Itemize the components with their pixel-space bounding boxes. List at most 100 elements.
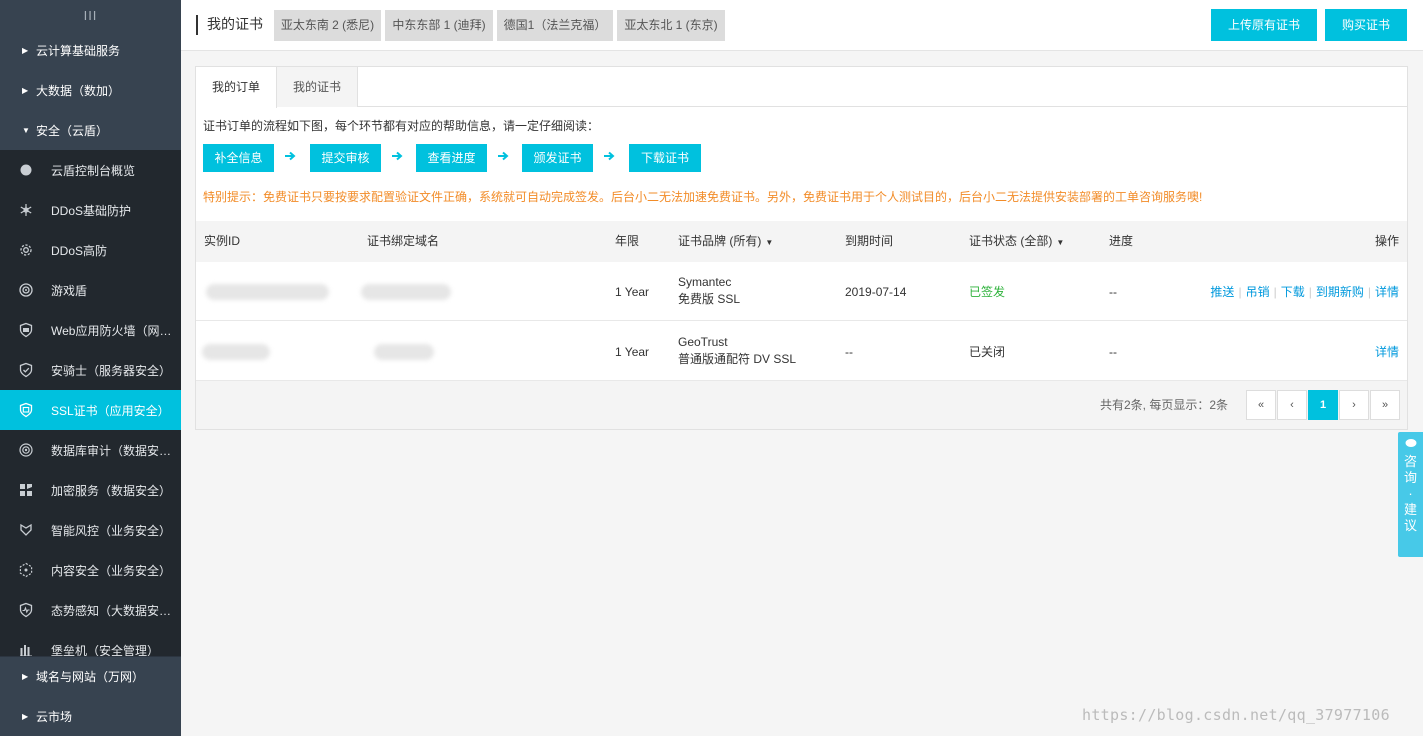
sidebar-item-security[interactable]: ▼ 安全（云盾）: [0, 110, 181, 150]
step-download-certificate-button[interactable]: 下载证书: [629, 144, 701, 172]
sidebar-item-waf[interactable]: Web应用防火墙（网…: [0, 310, 181, 350]
redacted-domain: [374, 344, 434, 360]
header-term: 年限: [615, 234, 640, 248]
sidebar-submenu-security: 云盾控制台概览 DDoS基础防护 DDoS高防 游戏盾 Web应用防火墙（网… …: [0, 150, 181, 670]
sidebar-item-cloud-basic[interactable]: ▶ 云计算基础服务: [0, 30, 181, 70]
cell-expiry: --: [845, 344, 853, 359]
page-1-button[interactable]: 1: [1308, 390, 1338, 420]
sidebar-item-anqishi[interactable]: 安骑士（服务器安全）: [0, 350, 181, 390]
divider: |: [1273, 284, 1277, 299]
sidebar-item-big-data[interactable]: ▶ 大数据（数加）: [0, 70, 181, 110]
table-row: 1 Year GeoTrust 普通版通配符 DV SSL -- 已关闭 -- …: [196, 322, 1407, 381]
divider: |: [1238, 284, 1242, 299]
step-issue-certificate-button[interactable]: 颁发证书: [522, 144, 593, 172]
sidebar-item-situation-awareness[interactable]: 态势感知（大数据安…: [0, 590, 181, 630]
puzzle-icon: [18, 482, 34, 498]
sidebar-item-label: 云市场: [36, 709, 73, 724]
redacted-instance-id: [202, 344, 270, 360]
shield-icon: [18, 362, 34, 378]
sidebar-item-label: SSL证书（应用安全）: [51, 403, 170, 418]
sidebar-item-yundun-overview[interactable]: 云盾控制台概览: [0, 150, 181, 190]
revoke-link[interactable]: 吊销: [1246, 283, 1270, 300]
sidebar-item-label: 安全（云盾）: [36, 123, 109, 138]
feedback-widget[interactable]: 咨询·建议: [1398, 432, 1423, 557]
divider: |: [1308, 284, 1312, 299]
arrow-right-icon: [497, 149, 511, 163]
sidebar-item-content-security[interactable]: 内容安全（业务安全）: [0, 550, 181, 590]
sidebar-item-db-audit[interactable]: 数据库审计（数据安…: [0, 430, 181, 470]
sidebar-item-domains[interactable]: ▶ 域名与网站（万网）: [0, 656, 181, 696]
sidebar-item-label: DDoS高防: [51, 243, 108, 258]
buy-certificate-button[interactable]: 购买证书: [1325, 9, 1407, 41]
cell-progress: --: [1109, 284, 1117, 299]
sidebar-bottom: ▶ 域名与网站（万网） ▶ 云市场: [0, 656, 181, 736]
table-header: 实例ID 证书绑定域名 年限 证书品牌 (所有) ▼ 到期时间 证书状态 (全部)…: [196, 221, 1407, 262]
cell-term: 1 Year: [615, 344, 650, 359]
row-actions: 详情: [1375, 322, 1399, 381]
sidebar-item-ddos-pro[interactable]: DDoS高防: [0, 230, 181, 270]
header-brand-filter[interactable]: 证书品牌 (所有) ▼: [678, 221, 773, 263]
sidebar: III ▶ 云计算基础服务 ▶ 大数据（数加） ▼ 安全（云盾） 云盾控制台概览…: [0, 0, 181, 736]
main-panel: 我的订单 我的证书 证书订单的流程如下图，每个环节都有对应的帮助信息，请一定仔细…: [195, 66, 1408, 430]
prev-page-button[interactable]: ‹: [1277, 390, 1307, 420]
step-submit-review-button[interactable]: 提交审核: [310, 144, 381, 172]
tab-my-certificates[interactable]: 我的证书: [277, 67, 358, 107]
tab-my-orders[interactable]: 我的订单: [196, 67, 277, 108]
sidebar-item-label: 大数据（数加）: [36, 83, 121, 98]
next-page-button[interactable]: ›: [1339, 390, 1369, 420]
cell-brand: Symantec 免费版 SSL: [678, 274, 740, 308]
download-link[interactable]: 下载: [1281, 283, 1305, 300]
header-status-label: 证书状态 (全部): [969, 234, 1053, 248]
target-icon: [18, 282, 34, 298]
region-tab-dubai[interactable]: 中东东部 1 (迪拜): [385, 10, 493, 41]
region-tab-tokyo[interactable]: 亚太东北 1 (东京): [617, 10, 725, 41]
redacted-domain: [361, 284, 451, 300]
push-link[interactable]: 推送: [1210, 283, 1234, 300]
region-tab-frankfurt[interactable]: 德国1（法兰克福）: [497, 10, 613, 41]
feedback-label: 咨询·建议: [1403, 454, 1417, 533]
sidebar-item-label: 游戏盾: [51, 283, 88, 298]
risk-icon: [18, 522, 34, 538]
table-footer: 共有2条, 每页显示：2条 « ‹ 1 › »: [196, 381, 1407, 429]
row-actions: 推送 | 吊销 | 下载 | 到期新购 | 详情: [1210, 262, 1399, 321]
header-instance-id: 实例ID: [204, 234, 241, 248]
sidebar-item-label: 内容安全（业务安全）: [51, 563, 172, 578]
sidebar-item-label: 数据库审计（数据安…: [51, 443, 172, 458]
top-bar: 我的证书 亚太东南 2 (悉尼) 中东东部 1 (迪拜) 德国1（法兰克福） 亚…: [181, 0, 1423, 51]
brand-name: Symantec: [678, 275, 732, 289]
caret-right-icon: ▶: [22, 85, 29, 95]
upload-certificate-button[interactable]: 上传原有证书: [1211, 9, 1317, 41]
renew-link[interactable]: 到期新购: [1316, 283, 1364, 300]
first-page-button[interactable]: «: [1246, 390, 1276, 420]
last-page-button[interactable]: »: [1370, 390, 1400, 420]
header-progress: 进度: [1109, 234, 1134, 248]
sidebar-item-label: 智能风控（业务安全）: [51, 523, 172, 538]
sidebar-item-risk-control[interactable]: 智能风控（业务安全）: [0, 510, 181, 550]
heartbeat-shield-icon: [18, 602, 34, 618]
page-title: 我的证书: [196, 15, 263, 35]
header-ops: 操作: [1374, 234, 1399, 248]
sidebar-item-encryption[interactable]: 加密服务（数据安全）: [0, 470, 181, 510]
step-complete-info-button[interactable]: 补全信息: [203, 144, 274, 172]
sidebar-item-game-shield[interactable]: 游戏盾: [0, 270, 181, 310]
details-link[interactable]: 详情: [1375, 343, 1399, 360]
sidebar-item-label: 域名与网站（万网）: [36, 670, 145, 684]
sidebar-item-ddos-basic[interactable]: DDoS基础防护: [0, 190, 181, 230]
caret-right-icon: ▶: [22, 672, 29, 681]
dropdown-caret-icon: ▼: [765, 238, 774, 247]
header-status-filter[interactable]: 证书状态 (全部) ▼: [969, 221, 1064, 263]
sidebar-item-marketplace[interactable]: ▶ 云市场: [0, 696, 181, 736]
step-view-progress-button[interactable]: 查看进度: [416, 144, 487, 172]
details-link[interactable]: 详情: [1375, 283, 1399, 300]
sidebar-collapse-grip[interactable]: III: [0, 0, 181, 30]
header-expiry: 到期时间: [845, 234, 894, 248]
sidebar-item-label: 云计算基础服务: [36, 43, 121, 58]
certificate-icon: [18, 402, 34, 418]
cell-expiry: 2019-07-14: [845, 284, 907, 299]
circle-icon: [18, 162, 34, 178]
arrow-right-icon: [391, 149, 405, 163]
sidebar-item-ssl-certificate[interactable]: SSL证书（应用安全）: [0, 390, 181, 430]
cell-term: 1 Year: [615, 284, 650, 299]
region-tab-sydney[interactable]: 亚太东南 2 (悉尼): [274, 10, 381, 41]
tab-bar: 我的订单 我的证书: [196, 67, 1407, 108]
